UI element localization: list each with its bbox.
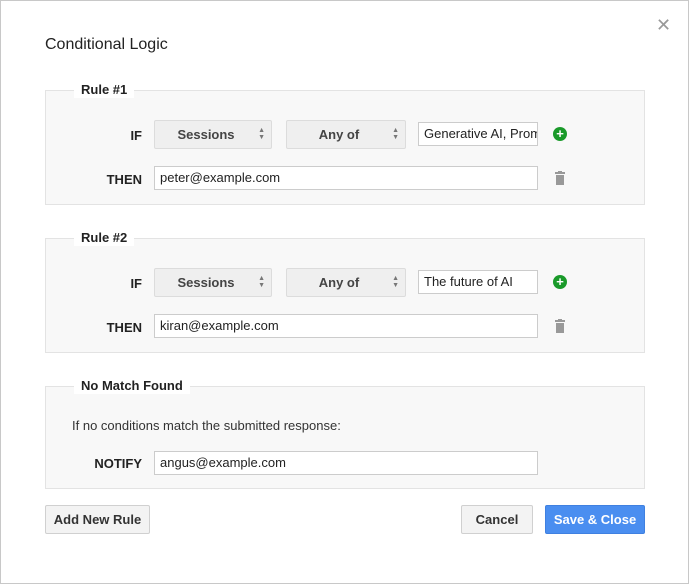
value-input[interactable]: Generative AI, Prompt (418, 122, 538, 146)
rule-1: Rule #1 IF Sessions ▲ ▼ Any of ▲ ▼ Generativ… (45, 82, 645, 205)
add-new-rule-button[interactable]: Add New Rule (45, 505, 150, 534)
operator-select-value: Any of (318, 275, 360, 290)
select-arrows-icon: ▲ ▼ (392, 127, 399, 141)
select-arrows-icon: ▲ ▼ (258, 127, 265, 141)
field-select[interactable]: Sessions ▲ ▼ (154, 268, 272, 297)
field-select-value: Sessions (177, 127, 235, 142)
close-icon[interactable]: ✕ (656, 15, 671, 36)
select-arrows-icon: ▲ ▼ (392, 275, 399, 289)
value-input[interactable]: The future of AI (418, 270, 538, 294)
add-condition-icon[interactable]: + (553, 127, 567, 141)
then-label: THEN (106, 172, 142, 187)
if-label: IF (130, 276, 142, 291)
rule-2: Rule #2 IF Sessions ▲ ▼ Any of ▲ ▼ The futur… (45, 230, 645, 353)
field-select[interactable]: Sessions ▲ ▼ (154, 120, 272, 149)
operator-select-value: Any of (318, 127, 360, 142)
conditional-logic-dialog: Conditional Logic ✕ Rule #1 IF Sessions ▲… (0, 0, 689, 584)
trash-icon[interactable] (555, 319, 565, 333)
field-select-value: Sessions (177, 275, 235, 290)
then-email-input[interactable]: kiran@example.com (154, 314, 538, 338)
then-email-input[interactable]: peter@example.com (154, 166, 538, 190)
save-close-button[interactable]: Save & Close (545, 505, 645, 534)
notify-label: NOTIFY (94, 456, 142, 471)
notify-email-input[interactable]: angus@example.com (154, 451, 538, 475)
cancel-button[interactable]: Cancel (461, 505, 533, 534)
dialog-title: Conditional Logic (45, 36, 168, 53)
then-label: THEN (106, 320, 142, 335)
no-match-section: No Match Found If no conditions match th… (45, 378, 645, 489)
rule-legend: Rule #1 (74, 82, 135, 98)
operator-select[interactable]: Any of ▲ ▼ (286, 120, 406, 149)
trash-icon[interactable] (555, 171, 565, 185)
operator-select[interactable]: Any of ▲ ▼ (286, 268, 406, 297)
add-condition-icon[interactable]: + (553, 275, 567, 289)
no-match-info: If no conditions match the submitted res… (72, 418, 341, 433)
no-match-legend: No Match Found (74, 378, 190, 394)
if-label: IF (130, 128, 142, 143)
select-arrows-icon: ▲ ▼ (258, 275, 265, 289)
rule-legend: Rule #2 (74, 230, 135, 246)
